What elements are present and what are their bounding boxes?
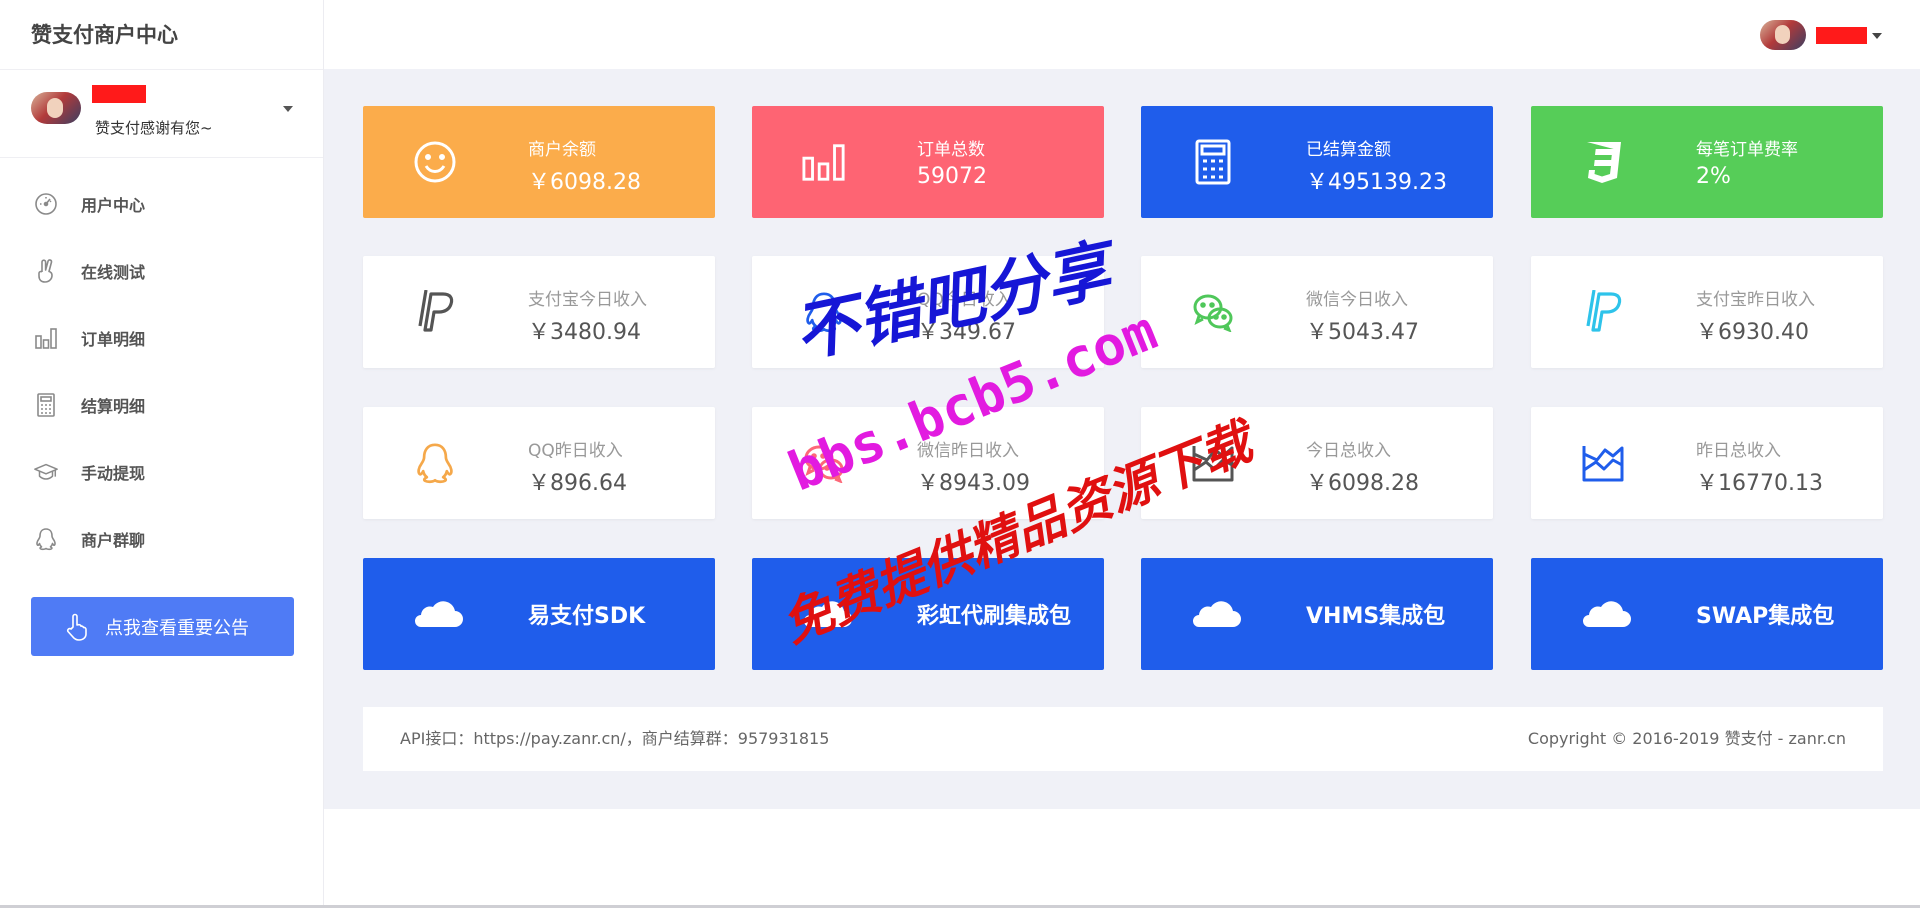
sidebar-item-order-details[interactable]: 订单明细 (0, 304, 323, 371)
download-card-rainbow-pack[interactable]: 彩虹代刷集成包 (752, 558, 1104, 670)
stat-label: 已结算金额 (1306, 140, 1391, 160)
income-label: 微信昨日收入 (917, 441, 1019, 461)
stat-card-orders[interactable]: 订单总数 59072 (752, 106, 1104, 218)
stat-label: 每笔订单费率 (1696, 140, 1798, 160)
stat-value: ￥495139.23 (1306, 170, 1447, 195)
stat-card-balance[interactable]: 商户余额 ￥6098.28 (363, 106, 715, 218)
income-label: 微信今日收入 (1306, 290, 1408, 310)
income-label: QQ今日收入 (917, 290, 1012, 310)
download-card-vhms-pack[interactable]: VHMS集成包 (1141, 558, 1493, 670)
download-label: 易支付SDK (528, 604, 646, 629)
sidebar-item-label: 结算明细 (81, 396, 146, 416)
calculator-icon (33, 392, 59, 418)
avatar[interactable] (1760, 20, 1806, 50)
download-label: VHMS集成包 (1306, 604, 1446, 629)
income-card-wechat-yesterday[interactable]: 微信昨日收入 ￥8943.09 (752, 407, 1104, 519)
footer: API接口：https://pay.zanr.cn/，商户结算群：9579318… (363, 707, 1883, 771)
sidebar-item-label: 用户中心 (81, 195, 146, 215)
stat-label: 商户余额 (528, 140, 596, 160)
sidebar: 赞支付商户中心 赞支付感谢有您~ 用户中心 在线测试 订单明细 结算明细 手动提… (0, 0, 324, 908)
cloud-icon (407, 558, 463, 670)
api-info: API接口：https://pay.zanr.cn/，商户结算群：9579318… (400, 729, 830, 748)
stat-card-fee-rate[interactable]: 每笔订单费率 2% (1531, 106, 1883, 218)
income-value: ￥3480.94 (528, 320, 641, 345)
download-card-epay-sdk[interactable]: 易支付SDK (363, 558, 715, 670)
income-label: 支付宝昨日收入 (1696, 290, 1815, 310)
view-notice-button[interactable]: 点我查看重要公告 (31, 597, 294, 656)
download-label: 彩虹代刷集成包 (917, 604, 1072, 629)
sidebar-item-user-center[interactable]: 用户中心 (0, 170, 323, 237)
income-value: ￥6930.40 (1696, 320, 1809, 345)
income-card-qq-today[interactable]: QQ今日收入 ￥349.67 (752, 256, 1104, 368)
income-card-total-today[interactable]: 今日总收入 ￥6098.28 (1141, 407, 1493, 519)
caret-down-icon[interactable] (1872, 33, 1882, 39)
sidebar-item-settlement-details[interactable]: 结算明细 (0, 371, 323, 438)
user-menu[interactable]: 赞支付感谢有您~ (0, 70, 323, 158)
income-value: ￥5043.47 (1306, 320, 1419, 345)
download-label: SWAP集成包 (1696, 604, 1835, 629)
income-value: ￥349.67 (917, 320, 1016, 345)
sidebar-item-label: 订单明细 (81, 329, 146, 349)
top-bar (324, 0, 1920, 69)
qq-icon (33, 526, 59, 552)
income-card-qq-yesterday[interactable]: QQ昨日收入 ￥896.64 (363, 407, 715, 519)
css3-icon (1581, 106, 1625, 218)
sidebar-nav: 用户中心 在线测试 订单明细 结算明细 手动提现 商户群聊 (0, 170, 323, 572)
hand-pointer-icon (65, 613, 89, 641)
income-card-alipay-today[interactable]: 支付宝今日收入 ￥3480.94 (363, 256, 715, 368)
qq-icon (802, 256, 846, 368)
sidebar-item-label: 在线测试 (81, 262, 146, 282)
cloud-icon (1185, 558, 1241, 670)
stat-value: ￥6098.28 (528, 170, 641, 195)
income-label: QQ昨日收入 (528, 441, 623, 461)
sidebar-item-label: 商户群聊 (81, 530, 146, 550)
stat-value: 59072 (917, 164, 987, 189)
income-label: 支付宝今日收入 (528, 290, 647, 310)
redacted-username[interactable] (1816, 27, 1867, 44)
income-card-wechat-today[interactable]: 微信今日收入 ￥5043.47 (1141, 256, 1493, 368)
avatar (31, 92, 81, 124)
income-value: ￥896.64 (528, 471, 627, 496)
user-greeting: 赞支付感谢有您~ (95, 119, 213, 137)
calculator-icon (1191, 106, 1235, 218)
wechat-icon (1191, 256, 1235, 368)
dashboard-icon (33, 191, 59, 217)
stat-value: 2% (1696, 164, 1731, 189)
cloud-icon (796, 558, 852, 670)
cloud-icon (1575, 558, 1631, 670)
area-chart-icon (1191, 407, 1235, 519)
income-value: ￥8943.09 (917, 471, 1030, 496)
caret-down-icon[interactable] (283, 106, 293, 112)
sidebar-item-online-test[interactable]: 在线测试 (0, 237, 323, 304)
copyright: Copyright © 2016-2019 赞支付 - zanr.cn (1527, 729, 1846, 748)
paypal-icon (1581, 256, 1625, 368)
wechat-icon (802, 407, 846, 519)
smile-icon (413, 106, 457, 218)
hand-peace-icon (33, 258, 59, 284)
bar-chart-icon (802, 106, 846, 218)
paypal-icon (413, 256, 457, 368)
stat-card-settled[interactable]: 已结算金额 ￥495139.23 (1141, 106, 1493, 218)
brand-title: 赞支付商户中心 (0, 0, 323, 70)
graduation-cap-icon (33, 459, 59, 485)
income-value: ￥16770.13 (1696, 471, 1823, 496)
sidebar-item-merchant-chat[interactable]: 商户群聊 (0, 505, 323, 572)
area-chart-icon (1581, 407, 1625, 519)
sidebar-item-label: 手动提现 (81, 463, 146, 483)
income-card-alipay-yesterday[interactable]: 支付宝昨日收入 ￥6930.40 (1531, 256, 1883, 368)
bar-chart-icon (33, 325, 59, 351)
redacted-username (92, 85, 146, 103)
income-label: 昨日总收入 (1696, 441, 1781, 461)
income-label: 今日总收入 (1306, 441, 1391, 461)
income-value: ￥6098.28 (1306, 471, 1419, 496)
sidebar-item-manual-withdraw[interactable]: 手动提现 (0, 438, 323, 505)
income-card-total-yesterday[interactable]: 昨日总收入 ￥16770.13 (1531, 407, 1883, 519)
stat-label: 订单总数 (917, 140, 985, 160)
notice-button-label: 点我查看重要公告 (105, 617, 249, 639)
qq-icon (413, 407, 457, 519)
download-card-swap-pack[interactable]: SWAP集成包 (1531, 558, 1883, 670)
